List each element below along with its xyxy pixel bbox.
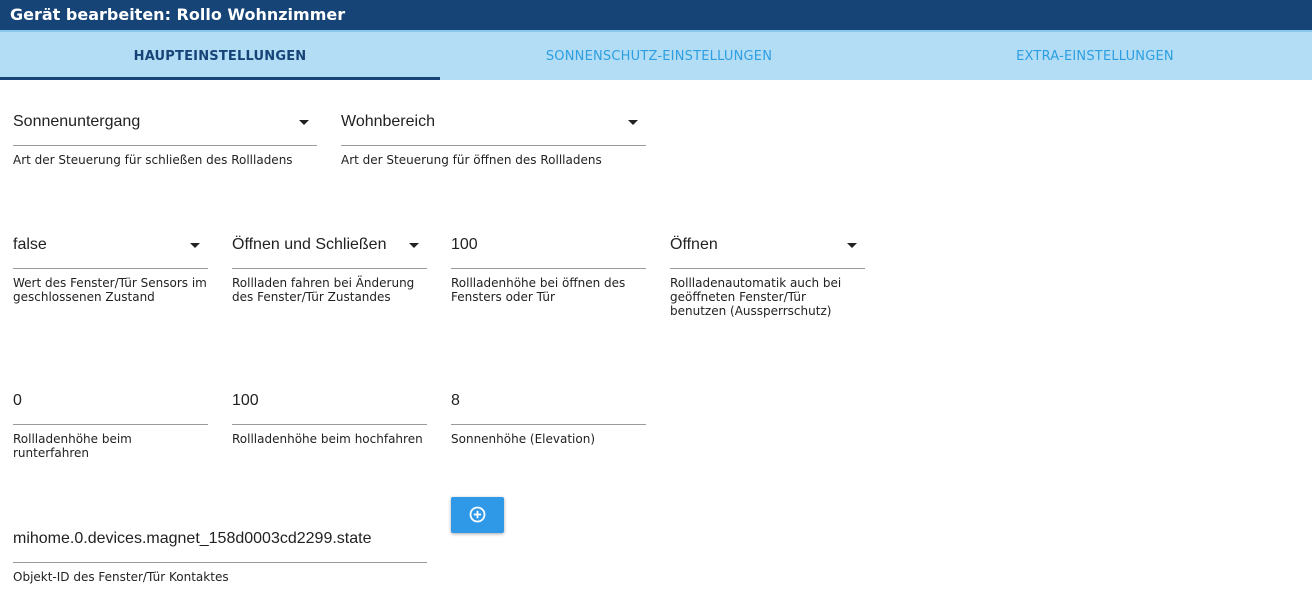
field-underline — [341, 145, 646, 146]
field-underline — [13, 562, 427, 563]
elevation-input[interactable]: 8 Sonnenhöhe (Elevation) — [451, 386, 646, 466]
plus-circle-icon — [469, 506, 486, 523]
field-underline — [232, 424, 427, 425]
add-contact-button[interactable] — [451, 497, 504, 533]
chevron-down-icon — [628, 120, 638, 125]
open-type-select[interactable]: Wohnbereich Art der Steuerung für öffnen… — [341, 107, 646, 177]
up-height-input[interactable]: 100 Rollladenhöhe beim hochfahren — [232, 386, 427, 466]
field-underline — [13, 145, 317, 146]
window-open-height-value: 100 — [451, 236, 478, 253]
sensor-closed-value-select[interactable]: false Wert des Fenster/Tür Sensors im ge… — [13, 230, 208, 320]
lockout-protection-value: Öffnen — [670, 236, 718, 253]
contact-object-id-helper: Objekt-ID des Fenster/Tür Kontaktes — [13, 570, 229, 584]
up-height-value: 100 — [232, 392, 259, 409]
field-underline — [451, 268, 646, 269]
chevron-down-icon — [847, 243, 857, 248]
down-height-helper: Rollladenhöhe beim runterfahren — [13, 432, 132, 460]
open-type-helper: Art der Steuerung für öffnen des Rolllad… — [341, 153, 602, 167]
contact-object-id-value: mihome.0.devices.magnet_158d0003cd2299.s… — [13, 530, 372, 547]
chevron-down-icon — [409, 243, 419, 248]
lockout-protection-helper: Rollladenautomatik auch bei geöffneten F… — [670, 276, 842, 318]
tab-haupteinstellungen[interactable]: HAUPTEINSTELLUNGEN — [0, 32, 440, 80]
field-underline — [232, 268, 427, 269]
close-type-helper: Art der Steuerung für schließen des Roll… — [13, 153, 293, 167]
down-height-value: 0 — [13, 392, 22, 409]
field-underline — [13, 424, 208, 425]
elevation-value: 8 — [451, 392, 460, 409]
lockout-protection-select[interactable]: Öffnen Rollladenautomatik auch bei geöff… — [670, 230, 865, 325]
close-type-value: Sonnenuntergang — [13, 113, 141, 130]
field-underline — [670, 268, 865, 269]
active-tab-indicator — [0, 77, 440, 80]
sensor-closed-helper: Wert des Fenster/Tür Sensors im geschlos… — [13, 276, 207, 304]
sensor-closed-value: false — [13, 236, 47, 253]
tab-extra-einstellungen[interactable]: EXTRA-EINSTELLUNGEN — [878, 32, 1312, 80]
elevation-helper: Sonnenhöhe (Elevation) — [451, 432, 596, 446]
down-height-input[interactable]: 0 Rollladenhöhe beim runterfahren — [13, 386, 208, 466]
field-underline — [451, 424, 646, 425]
dialog-title: Gerät bearbeiten: Rollo Wohnzimmer — [0, 0, 1312, 30]
open-type-value: Wohnbereich — [341, 113, 435, 130]
window-open-height-input[interactable]: 100 Rollladenhöhe bei öffnen des Fenster… — [451, 230, 646, 320]
field-underline — [13, 268, 208, 269]
window-change-action-value: Öffnen und Schließen — [232, 236, 387, 253]
tab-sonnenschutz-einstellungen[interactable]: SONNENSCHUTZ-EINSTELLUNGEN — [440, 32, 878, 80]
chevron-down-icon — [190, 243, 200, 248]
window-open-height-helper: Rollladenhöhe bei öffnen des Fensters od… — [451, 276, 626, 304]
window-change-action-helper: Rollladen fahren bei Änderung des Fenste… — [232, 276, 415, 304]
contact-object-id-input[interactable]: mihome.0.devices.magnet_158d0003cd2299.s… — [13, 524, 427, 592]
tab-bar: HAUPTEINSTELLUNGEN SONNENSCHUTZ-EINSTELL… — [0, 30, 1312, 80]
close-type-select[interactable]: Sonnenuntergang Art der Steuerung für sc… — [13, 107, 317, 177]
chevron-down-icon — [299, 120, 309, 125]
window-change-action-select[interactable]: Öffnen und Schließen Rollladen fahren be… — [232, 230, 427, 320]
up-height-helper: Rollladenhöhe beim hochfahren — [232, 432, 423, 446]
